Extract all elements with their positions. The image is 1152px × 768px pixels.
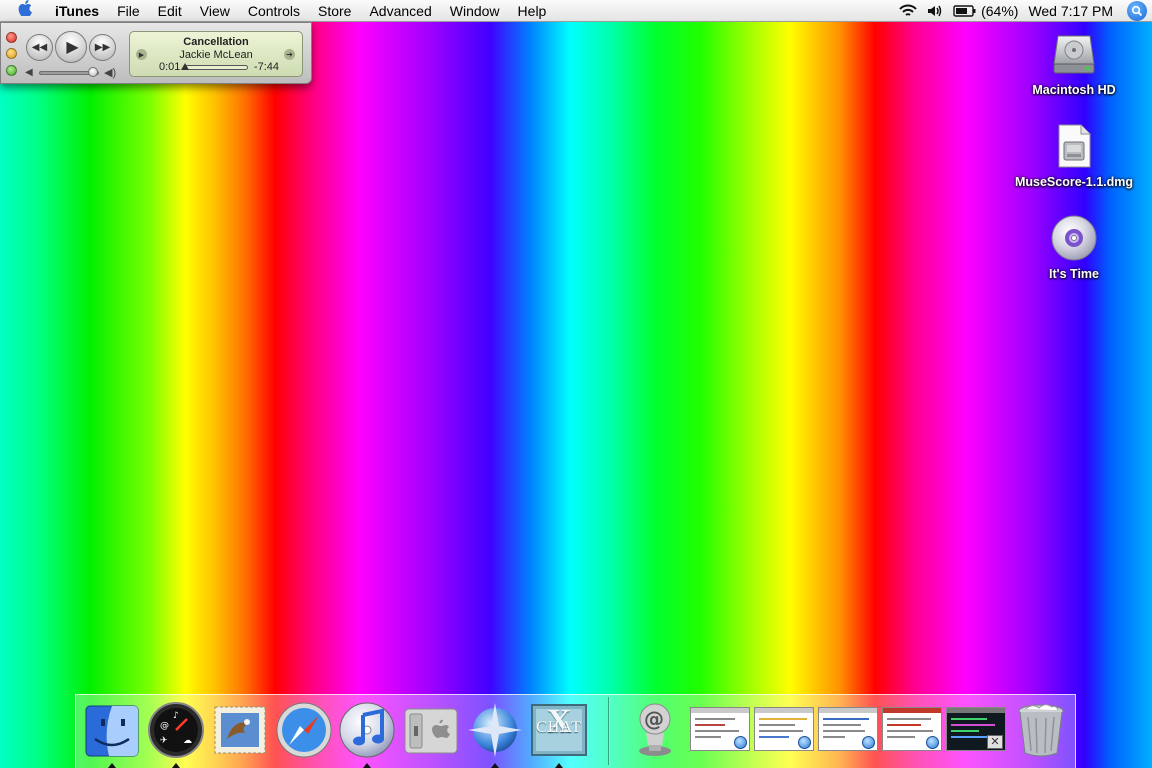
apple-menu-icon[interactable] <box>0 0 46 22</box>
display-mode-icon[interactable]: ➔ <box>284 49 295 60</box>
dock: @ ♪ ✈ ☁ X CHAT @ ✕ <box>75 694 1076 768</box>
safari-icon <box>276 702 332 758</box>
battery-percent: (64%) <box>981 3 1019 19</box>
desktop-icon-label: MuseScore-1.1.dmg <box>1014 175 1134 189</box>
next-track-button[interactable]: ▶▶ <box>89 34 116 61</box>
x11-badge-icon: ✕ <box>987 735 1003 749</box>
running-indicator <box>108 763 116 768</box>
mail-icon <box>214 706 266 754</box>
running-indicator <box>172 763 180 768</box>
running-indicator <box>363 763 371 768</box>
dock-trash[interactable] <box>1012 701 1070 759</box>
previous-track-button[interactable]: ◀◀ <box>26 34 53 61</box>
song-title: Cancellation <box>183 36 249 48</box>
x-chat-label: CHAT <box>536 719 582 736</box>
desktop-icon-its-time-cd[interactable]: It's Time <box>999 214 1149 281</box>
web-thumbnail-3-globe-icon <box>862 736 875 749</box>
dock-itunes[interactable] <box>338 701 396 759</box>
volume-high-icon: ◀) <box>104 67 117 79</box>
dashboard-icon: @ ♪ ✈ ☁ <box>148 702 204 758</box>
fast-forward-icon: ▶▶ <box>94 42 111 53</box>
dock-safari[interactable] <box>275 701 333 759</box>
dock-system-preferences[interactable] <box>402 701 460 759</box>
disk-image-icon <box>1058 124 1091 168</box>
play-icon: ▶ <box>66 39 79 56</box>
svg-text:♪: ♪ <box>173 711 179 721</box>
dock-web-thumbnail-4[interactable] <box>882 707 942 751</box>
itunes-mini-player: ◀◀ ▶ ▶▶ ◀ ◀) ▶ Cancellation Jackie McLea… <box>0 22 312 84</box>
song-progress-bar[interactable] <box>185 65 248 70</box>
battery-icon[interactable]: (64%) <box>953 3 1018 19</box>
running-indicator <box>555 763 563 768</box>
play-button[interactable]: ▶ <box>55 31 87 63</box>
network-globe-icon <box>468 703 522 757</box>
dock-terminal-thumbnail[interactable]: ✕ <box>946 707 1006 751</box>
dock-web-thumbnail-3[interactable] <box>818 707 878 751</box>
menu-window[interactable]: Window <box>441 0 509 22</box>
desktop-icon-musescore-dmg[interactable]: MuseScore-1.1.dmg <box>999 122 1149 189</box>
rewind-icon: ◀◀ <box>31 42 48 53</box>
remaining-time: -7:44 <box>253 61 279 73</box>
running-indicator <box>491 763 499 768</box>
itunes-icon <box>339 702 395 758</box>
hard-drive-icon <box>1053 35 1095 74</box>
menu-view[interactable]: View <box>191 0 239 22</box>
dock-separator <box>608 697 610 765</box>
menu-store[interactable]: Store <box>309 0 360 22</box>
dock-web-thumbnail-2[interactable] <box>754 707 814 751</box>
dock-mail-at-stack[interactable]: @ <box>626 701 684 759</box>
minimize-button[interactable] <box>6 48 17 59</box>
elapsed-time: 0:01 <box>159 61 181 73</box>
playhead-marker[interactable] <box>181 63 189 70</box>
wifi-icon[interactable] <box>899 4 917 18</box>
menu-advanced[interactable]: Advanced <box>360 0 440 22</box>
trash-icon <box>1018 704 1064 757</box>
web-thumbnail-4-globe-icon <box>926 736 939 749</box>
dock-finder[interactable] <box>83 701 141 759</box>
system-preferences-icon <box>404 708 458 754</box>
volume-low-icon: ◀ <box>25 67 33 78</box>
song-artist: Jackie McLean <box>179 49 253 61</box>
dock-web-thumbnail-1[interactable] <box>690 707 750 751</box>
menu-edit[interactable]: Edit <box>149 0 191 22</box>
mail-at-stack-icon: @ <box>639 703 671 756</box>
menu-controls[interactable]: Controls <box>239 0 309 22</box>
cd-icon <box>1051 215 1097 261</box>
menubar-clock[interactable]: Wed 7:17 PM <box>1028 3 1113 19</box>
web-thumbnail-2-globe-icon <box>798 736 811 749</box>
web-thumbnail-1-globe-icon <box>734 736 747 749</box>
dock-mail[interactable] <box>211 701 269 759</box>
dock-network-globe[interactable] <box>466 701 524 759</box>
desktop-icon-label: Macintosh HD <box>1032 83 1116 97</box>
menu-help[interactable]: Help <box>509 0 556 22</box>
svg-text:@: @ <box>644 707 664 731</box>
svg-text:@: @ <box>160 721 169 731</box>
app-menu-itunes[interactable]: iTunes <box>46 0 108 22</box>
spotlight-icon[interactable] <box>1127 1 1147 21</box>
menu-bar: iTunes File Edit View Controls Store Adv… <box>0 0 1152 22</box>
desktop-icon-macintosh-hd[interactable]: Macintosh HD <box>999 30 1149 97</box>
desktop-icon-label: It's Time <box>1049 267 1099 281</box>
finder-icon <box>85 705 139 757</box>
zoom-button[interactable] <box>6 65 17 76</box>
dock-dashboard[interactable]: @ ♪ ✈ ☁ <box>147 701 205 759</box>
svg-text:☁: ☁ <box>183 736 192 746</box>
dock-x-chat[interactable]: X CHAT <box>530 701 588 759</box>
menu-file[interactable]: File <box>108 0 149 22</box>
volume-icon[interactable] <box>927 4 943 18</box>
now-playing-display: ▶ Cancellation Jackie McLean ➔ 0:01 -7:4… <box>129 31 303 77</box>
volume-slider-knob[interactable] <box>88 67 98 77</box>
close-button[interactable] <box>6 32 17 43</box>
svg-text:✈: ✈ <box>160 736 168 746</box>
